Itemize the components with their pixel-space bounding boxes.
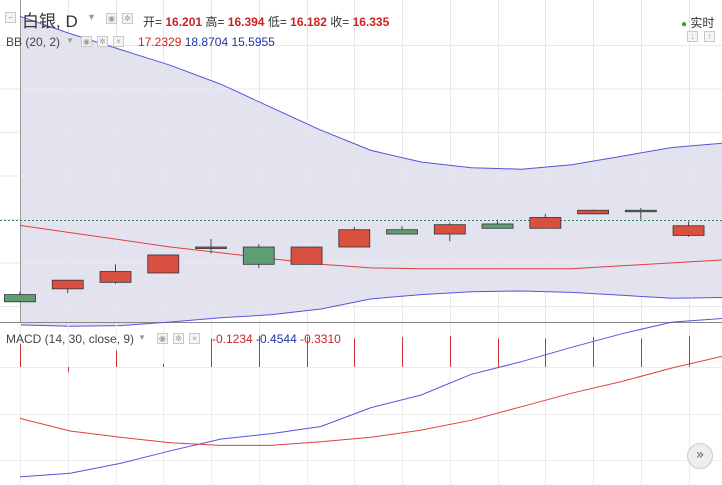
ohlc-readout: 开= 16.201 高= 16.394 低= 16.182 收= 16.335 <box>143 13 389 30</box>
bb-label: BB (20, 2) <box>6 35 61 49</box>
bb-lower-value: 15.5955 <box>231 35 275 49</box>
candle-body <box>195 246 227 249</box>
move-up-icon[interactable]: ↑ <box>704 31 715 42</box>
candle-body <box>338 229 371 248</box>
title-separator: , <box>56 12 61 31</box>
close-value: 16.335 <box>352 15 390 29</box>
candle-body <box>386 229 418 235</box>
symbol-name: 白银 <box>22 12 56 31</box>
chart-svg <box>0 0 722 485</box>
macd-menu-icon[interactable]: ▼ <box>138 333 146 342</box>
move-down-icon[interactable]: ↓ <box>687 31 698 42</box>
macd-signal-value: -0.3310 <box>300 332 341 346</box>
bb-menu-icon[interactable]: ▼ <box>66 36 74 45</box>
eye-icon[interactable]: ◉ <box>106 13 117 24</box>
open-label: 开= <box>143 15 163 29</box>
candle-body <box>242 246 275 265</box>
macd-settings-icon[interactable]: ✲ <box>173 333 184 344</box>
settings-icon[interactable]: ✲ <box>122 13 133 24</box>
double-chevron-right-icon: » <box>695 447 705 463</box>
realtime-label: 实时 <box>690 16 715 30</box>
chart-widget: − 白银, D ▼ ◉ ✲ 开= 16.201 高= 16.394 低= 16.… <box>0 0 722 485</box>
candle-body <box>624 209 657 213</box>
bb-upper-value: 18.8704 <box>184 35 229 49</box>
macd-close-icon[interactable]: × <box>189 333 200 344</box>
candle-body <box>99 271 132 283</box>
signal-line <box>19 355 722 446</box>
macd-values: -0.1234 -0.4544 -0.3310 <box>212 332 341 346</box>
symbol-title: 白银, D <box>22 7 78 32</box>
candle-body <box>481 223 514 229</box>
candle-body <box>290 246 323 265</box>
collapse-icon[interactable]: − <box>5 12 16 23</box>
macd-hist-value: -0.1234 <box>212 332 253 346</box>
period-label: D <box>65 12 78 31</box>
macd-grid <box>0 323 722 485</box>
low-value: 16.182 <box>290 15 327 29</box>
macd-label: MACD (14, 30, close, 9) <box>6 332 135 346</box>
macd-line-value: -0.4544 <box>256 332 297 346</box>
high-value: 16.394 <box>227 15 265 29</box>
candle-body <box>147 254 180 274</box>
bb-middle-value: 17.2329 <box>138 35 182 49</box>
candle-body <box>529 217 562 229</box>
candle-body <box>4 294 36 303</box>
open-value: 16.201 <box>165 15 203 29</box>
macd-eye-icon[interactable]: ◉ <box>157 333 168 344</box>
bb-values: 17.2329 18.8704 15.5955 <box>138 35 275 49</box>
candle-body <box>51 279 84 290</box>
low-label: 低= <box>267 15 287 29</box>
live-dot-icon: ● <box>681 19 688 30</box>
candle-body <box>672 225 705 236</box>
bb-settings-icon[interactable]: ✲ <box>97 36 108 47</box>
bb-close-icon[interactable]: × <box>113 36 124 47</box>
bb-eye-icon[interactable]: ◉ <box>81 36 92 47</box>
scroll-forward-button[interactable]: » <box>687 443 713 469</box>
candle-body <box>433 224 466 235</box>
close-label: 收= <box>330 15 350 29</box>
high-label: 高= <box>205 15 225 29</box>
symbol-menu-icon[interactable]: ▼ <box>87 12 96 22</box>
realtime-status: ● 实时 <box>681 14 714 31</box>
candle-body <box>577 209 609 215</box>
